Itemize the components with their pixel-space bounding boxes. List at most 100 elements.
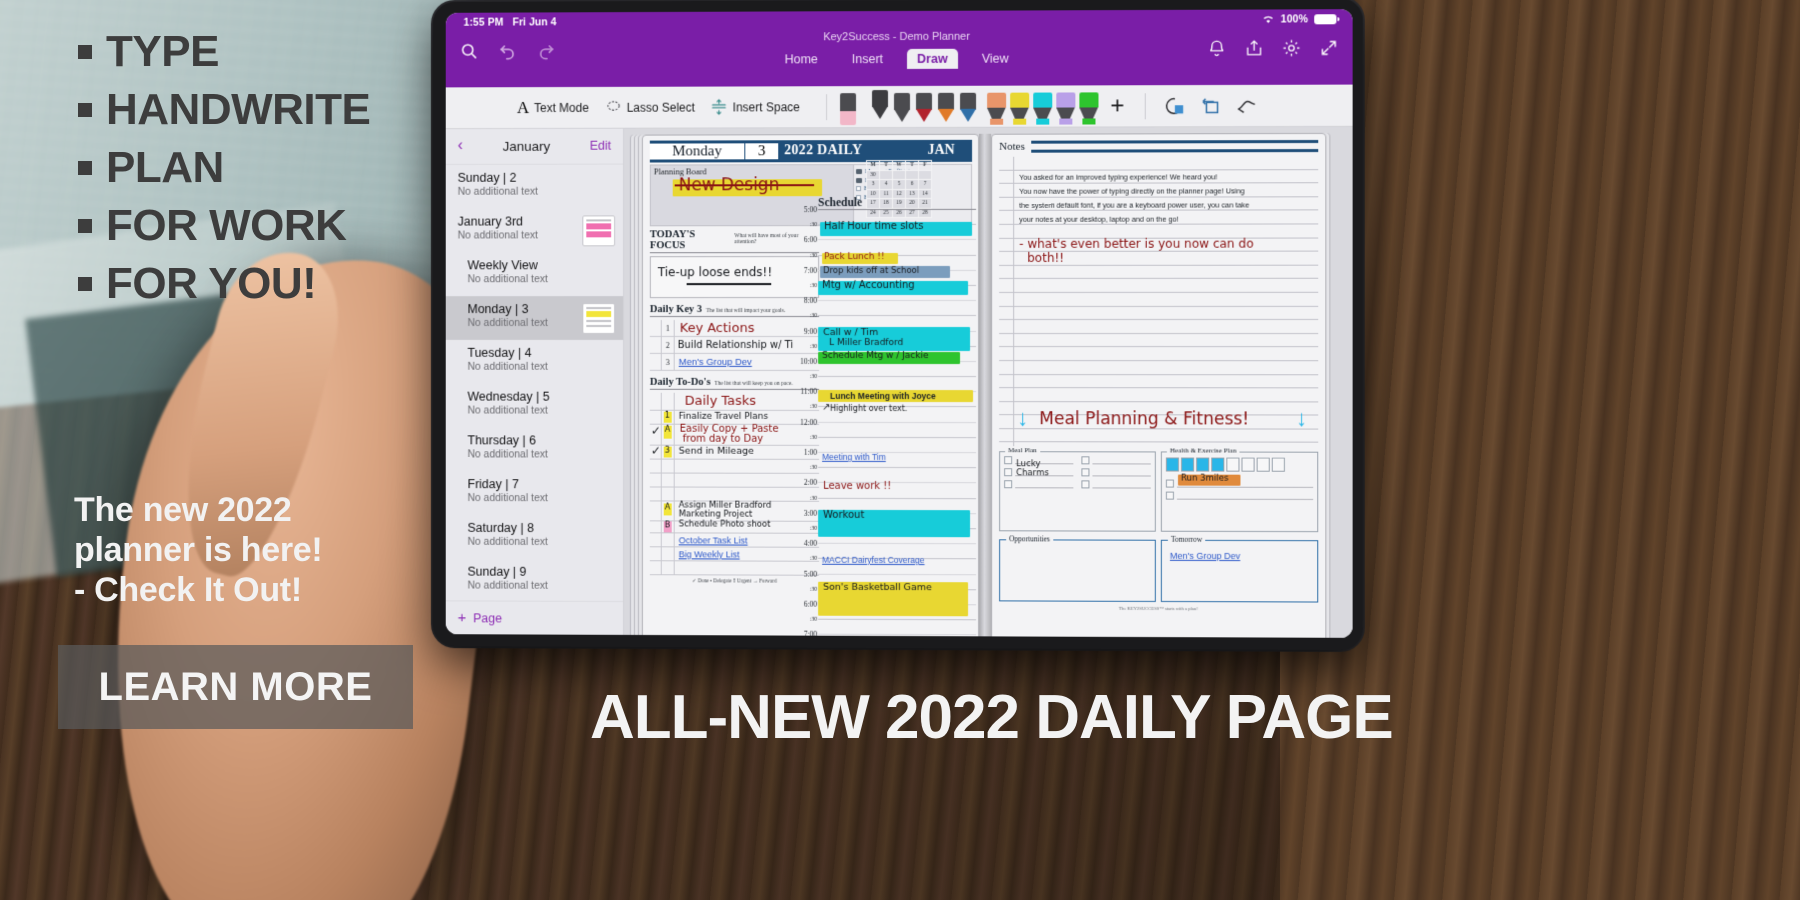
todo-link-october[interactable]: October Task List <box>679 535 748 545</box>
schedule-grid[interactable]: 5:00 :30 6:00 :30 7:00 :30 8:00 :30 9:00… <box>800 205 977 638</box>
meal-line[interactable] <box>1092 455 1151 465</box>
water-glass-icon[interactable] <box>1165 457 1179 472</box>
tab-insert[interactable]: Insert <box>842 49 893 69</box>
sidebar-item-thursday-6[interactable]: Thursday | 6 No additional text <box>446 427 623 471</box>
todo-flag[interactable]: B <box>661 520 675 533</box>
exercise-line[interactable] <box>1176 490 1314 500</box>
todo-checkbox[interactable]: ✓ <box>649 444 662 459</box>
water-glass-icon[interactable] <box>1226 457 1240 472</box>
todo-link-weekly[interactable]: Big Weekly List <box>679 549 740 559</box>
health-exercise-panel[interactable]: Health & Exercise Plan Run 3miles <box>1160 446 1319 533</box>
todo-checkbox[interactable] <box>649 533 662 547</box>
todo-checkbox[interactable] <box>649 561 662 575</box>
sidebar-edit-button[interactable]: Edit <box>590 139 611 153</box>
highlighter-purple[interactable] <box>1054 91 1077 126</box>
pen-black[interactable] <box>869 89 891 124</box>
todo-flag[interactable] <box>661 561 675 575</box>
todo-flag[interactable] <box>661 459 675 473</box>
key3-checkbox[interactable] <box>649 353 662 370</box>
todo-flag[interactable]: 3 <box>661 445 675 459</box>
todo-flag[interactable]: A <box>661 424 675 445</box>
meal-checkbox[interactable] <box>1081 467 1090 476</box>
highlighter-green[interactable] <box>1077 91 1100 126</box>
opportunities-panel[interactable]: Opportunities <box>999 534 1156 602</box>
sidebar-item-wednesday-5[interactable]: Wednesday | 5 No additional text <box>446 384 623 428</box>
todo-checkbox[interactable] <box>649 547 662 561</box>
schedule-event-12[interactable]: MACCI Dairyfest Coverage <box>822 555 924 565</box>
text-mode-button[interactable]: A Text Mode <box>517 97 589 117</box>
todo-flag[interactable] <box>661 533 675 547</box>
todo-checkbox[interactable] <box>649 459 662 473</box>
schedule-section[interactable]: Schedule 5:00 :30 6:00 :30 7:00 :30 8:00… <box>800 196 977 638</box>
todo-checkbox[interactable] <box>649 521 662 533</box>
water-glass-icon[interactable] <box>1181 457 1195 472</box>
ink-to-text-icon[interactable] <box>1235 94 1257 116</box>
water-glass-icon[interactable] <box>1241 457 1255 472</box>
water-glass-icon[interactable] <box>1196 457 1210 472</box>
tomorrow-panel[interactable]: Tomorrow Men's Group Dev <box>1160 534 1319 603</box>
cal-day[interactable]: 6 <box>905 179 919 189</box>
shape-convert-icon[interactable] <box>1199 95 1221 117</box>
chevron-left-icon[interactable]: ‹ <box>458 137 463 155</box>
cal-day[interactable] <box>918 169 932 180</box>
todo-checkbox[interactable] <box>649 410 662 424</box>
eraser-tool[interactable] <box>837 92 857 127</box>
water-glass-icon[interactable] <box>1211 457 1225 472</box>
notes-area[interactable]: You asked for an improved typing experie… <box>999 156 1319 448</box>
todo-flag[interactable] <box>661 392 675 410</box>
cal-day[interactable]: 5 <box>892 179 906 190</box>
meal-checkbox[interactable] <box>1004 455 1013 464</box>
sidebar-item-monday-3[interactable]: Monday | 3 No additional text <box>445 296 624 340</box>
exercise-checkbox[interactable] <box>1165 479 1174 488</box>
meal-checkbox[interactable] <box>1081 479 1090 488</box>
meal-checkbox[interactable] <box>1081 455 1090 464</box>
todo-checkbox[interactable] <box>649 501 662 521</box>
planner-right-page[interactable]: Notes You asked for an improved typing e… <box>991 132 1327 638</box>
meal-line[interactable] <box>1015 479 1074 489</box>
sidebar-item-january-3rd[interactable]: January 3rd No additional text <box>446 208 623 252</box>
sidebar-item-weekly-view[interactable]: Weekly View No additional text <box>446 252 623 296</box>
water-glass-icon[interactable] <box>1271 457 1285 472</box>
cal-day[interactable]: 3 <box>866 179 880 190</box>
sidebar-item-sunday-2[interactable]: Sunday | 2 No additional text <box>446 165 623 209</box>
todo-flag[interactable]: 1 <box>661 410 675 424</box>
cal-day[interactable]: 7 <box>918 179 932 189</box>
cal-day[interactable]: 30 <box>866 170 880 180</box>
todo-checkbox[interactable] <box>649 473 662 487</box>
todo-checkbox[interactable] <box>649 392 662 410</box>
highlighter-orange[interactable] <box>985 92 1008 126</box>
planner-left-page[interactable]: Monday 3 2022 DAILY JAN Planning Board N… <box>641 133 980 638</box>
todo-checkbox[interactable] <box>649 487 662 501</box>
tab-home[interactable]: Home <box>775 49 828 69</box>
highlighter-cyan[interactable] <box>1031 92 1054 126</box>
meal-checkbox[interactable] <box>1004 479 1013 488</box>
todo-flag[interactable] <box>661 487 675 501</box>
sidebar-item-tuesday-4[interactable]: Tuesday | 4 No additional text <box>446 340 623 384</box>
key3-checkbox[interactable] <box>649 320 662 336</box>
focus-input-box[interactable]: Tie-up loose ends!! <box>649 256 820 299</box>
schedule-event-9[interactable]: Meeting with Tim <box>822 452 886 462</box>
insert-space-button[interactable]: Insert Space <box>711 98 800 115</box>
exercise-checkbox[interactable] <box>1165 491 1174 500</box>
key3-link[interactable]: Men's Group Dev <box>679 357 752 368</box>
routine-checkbox[interactable] <box>856 186 862 192</box>
cal-day[interactable] <box>905 169 919 180</box>
pen-blue[interactable] <box>957 92 979 126</box>
cal-day[interactable] <box>892 169 906 180</box>
cal-day[interactable] <box>879 170 893 180</box>
todo-flag[interactable] <box>661 547 675 561</box>
pen-orange[interactable] <box>935 92 957 126</box>
cal-day[interactable]: 4 <box>879 179 893 190</box>
add-pen-button[interactable]: + <box>1100 92 1134 119</box>
todo-flag[interactable] <box>661 473 675 487</box>
water-glass-icon[interactable] <box>1256 457 1270 472</box>
highlighter-yellow[interactable] <box>1008 92 1031 126</box>
meal-checkbox[interactable] <box>1004 467 1013 476</box>
color-picker-icon[interactable] <box>1163 95 1185 117</box>
meal-line[interactable] <box>1092 467 1151 477</box>
pen-dark-grey[interactable] <box>891 92 913 126</box>
meal-plan-panel[interactable]: Meal Plan Lucky Charms <box>999 446 1156 532</box>
learn-more-button[interactable]: LEARN MORE <box>58 645 413 729</box>
lasso-select-button[interactable]: Lasso Select <box>605 99 695 116</box>
pen-red[interactable] <box>913 92 935 126</box>
